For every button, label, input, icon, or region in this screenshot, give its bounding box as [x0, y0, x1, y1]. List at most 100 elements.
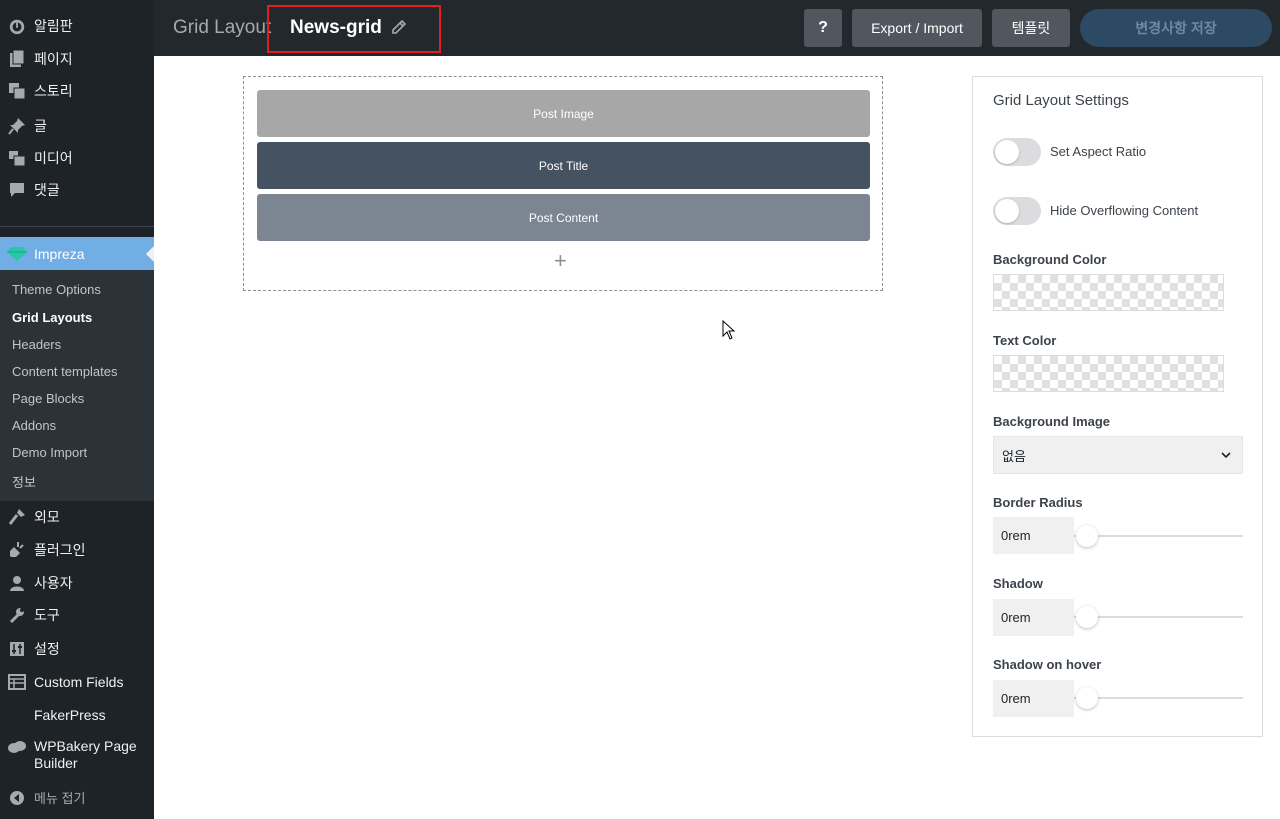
menu-label: Impreza: [34, 245, 85, 262]
shadow-hover-input[interactable]: 0rem: [993, 680, 1074, 717]
menu-label: FakerPress: [34, 706, 106, 723]
menu-separator: [0, 226, 154, 227]
pin-icon: [0, 117, 34, 135]
shadow-hover-slider[interactable]: [1074, 697, 1243, 699]
border-radius-input[interactable]: 0rem: [993, 517, 1074, 554]
save-changes-button[interactable]: 변경사항 저장: [1080, 9, 1272, 47]
bg-color-picker[interactable]: [993, 274, 1224, 311]
menu-item-plugins[interactable]: 플러그인: [0, 533, 154, 566]
menu-label: 미디어: [34, 149, 73, 166]
submenu-item-info[interactable]: 정보: [12, 472, 36, 491]
toggle-knob: [995, 199, 1019, 223]
pages-icon: [0, 49, 34, 68]
menu-label: 플러그인: [34, 541, 86, 558]
editor-main: Post Image Post Title Post Content + Gri…: [154, 56, 1280, 819]
menu-item-pages[interactable]: 페이지: [0, 42, 154, 75]
text-color-label: Text Color: [993, 333, 1057, 348]
help-button[interactable]: ?: [804, 9, 842, 47]
pencil-icon[interactable]: [391, 19, 407, 40]
border-radius-label: Border Radius: [993, 495, 1083, 510]
shadow-slider-handle[interactable]: [1076, 606, 1098, 628]
border-radius-slider[interactable]: [1074, 535, 1243, 537]
menu-item-fakerpress[interactable]: FakerPress: [0, 698, 154, 731]
export-import-button[interactable]: Export / Import: [852, 9, 982, 47]
menu-item-comments[interactable]: 댓글: [0, 173, 154, 206]
settings-panel: Grid Layout Settings Set Aspect Ratio Hi…: [972, 76, 1263, 737]
menu-label: 메뉴 접기: [34, 791, 86, 806]
users-icon: [0, 575, 34, 591]
chevron-down-icon: [1220, 449, 1232, 464]
templates-button[interactable]: 템플릿: [992, 9, 1070, 47]
add-element-button[interactable]: +: [554, 250, 567, 272]
grid-layout-canvas: Post Image Post Title Post Content +: [243, 76, 883, 291]
menu-item-wpbakery[interactable]: WPBakery Page Builder: [0, 738, 154, 774]
menu-item-impreza[interactable]: Impreza: [0, 237, 154, 270]
submenu-item-addons[interactable]: Addons: [12, 418, 56, 433]
tools-icon: [0, 606, 34, 624]
menu-label: 도구: [34, 606, 60, 623]
menu-item-custom-fields[interactable]: Custom Fields: [0, 665, 154, 698]
menu-label: 댓글: [34, 181, 60, 198]
mouse-cursor-icon: [722, 319, 736, 345]
submenu-item-theme-options[interactable]: Theme Options: [12, 282, 101, 297]
submenu-item-headers[interactable]: Headers: [12, 337, 61, 352]
impreza-submenu: Theme Options Grid Layouts Headers Conte…: [0, 270, 154, 501]
hide-overflow-toggle[interactable]: [993, 197, 1041, 225]
menu-label: 페이지: [34, 50, 73, 67]
hide-overflow-label: Hide Overflowing Content: [1050, 203, 1199, 218]
admin-sidebar: 알림판 페이지 스토리 글 미디어 댓글 Impreza Theme Optio…: [0, 0, 154, 819]
menu-label: 스토리: [34, 82, 73, 99]
appearance-icon: [0, 508, 34, 526]
menu-label: WPBakery Page: [34, 738, 137, 754]
menu-label-line2: Builder: [34, 755, 78, 771]
menu-label: 글: [34, 117, 47, 134]
bg-image-value: 없음: [1002, 448, 1026, 464]
submenu-item-content-templates[interactable]: Content templates: [12, 364, 118, 379]
border-radius-slider-handle[interactable]: [1076, 525, 1098, 547]
shadow-input[interactable]: 0rem: [993, 599, 1074, 636]
post-title-block[interactable]: Post Title: [257, 142, 870, 189]
menu-item-stories[interactable]: 스토리: [0, 74, 154, 107]
submenu-item-demo-import[interactable]: Demo Import: [12, 445, 87, 460]
custom-fields-icon: [0, 673, 34, 690]
menu-label: 설정: [34, 640, 60, 657]
toggle-knob: [995, 140, 1019, 164]
wpbakery-icon: [0, 738, 34, 754]
menu-item-media[interactable]: 미디어: [0, 141, 154, 174]
editor-topbar: Grid Layout News-grid ? Export / Import …: [154, 0, 1280, 56]
bg-image-label: Background Image: [993, 414, 1111, 429]
menu-item-appearance[interactable]: 외모: [0, 500, 154, 533]
menu-item-dashboard[interactable]: 알림판: [0, 9, 154, 42]
post-content-block[interactable]: Post Content: [257, 194, 870, 241]
comments-icon: [0, 182, 34, 198]
plugins-icon: [0, 541, 34, 559]
menu-label: 외모: [34, 508, 60, 525]
dashboard-icon: [0, 17, 34, 35]
menu-item-users[interactable]: 사용자: [0, 566, 154, 599]
bg-image-select[interactable]: 없음: [993, 436, 1243, 474]
media-icon: [0, 149, 34, 167]
menu-item-posts[interactable]: 글: [0, 109, 154, 142]
post-image-block[interactable]: Post Image: [257, 90, 870, 137]
bg-color-label: Background Color: [993, 252, 1107, 267]
shadow-hover-slider-handle[interactable]: [1076, 687, 1098, 709]
shadow-hover-label: Shadow on hover: [993, 657, 1102, 672]
menu-label: Custom Fields: [34, 673, 124, 690]
aspect-ratio-toggle[interactable]: [993, 138, 1041, 166]
collapse-menu-button[interactable]: 메뉴 접기: [0, 781, 154, 814]
panel-title: Grid Layout Settings: [993, 92, 1129, 109]
menu-item-settings[interactable]: 설정: [0, 632, 154, 665]
stories-icon: [0, 82, 34, 100]
section-title: Grid Layout: [173, 17, 272, 38]
menu-item-tools[interactable]: 도구: [0, 598, 154, 631]
submenu-item-grid-layouts[interactable]: Grid Layouts: [12, 310, 92, 325]
impreza-gem-icon: [0, 246, 34, 262]
layout-name[interactable]: News-grid: [290, 17, 382, 39]
settings-icon: [0, 641, 34, 657]
aspect-ratio-label: Set Aspect Ratio: [1050, 144, 1147, 159]
shadow-label: Shadow: [993, 576, 1043, 591]
shadow-slider[interactable]: [1074, 616, 1243, 618]
submenu-item-page-blocks[interactable]: Page Blocks: [12, 391, 84, 406]
collapse-icon: [0, 790, 34, 806]
text-color-picker[interactable]: [993, 355, 1224, 392]
